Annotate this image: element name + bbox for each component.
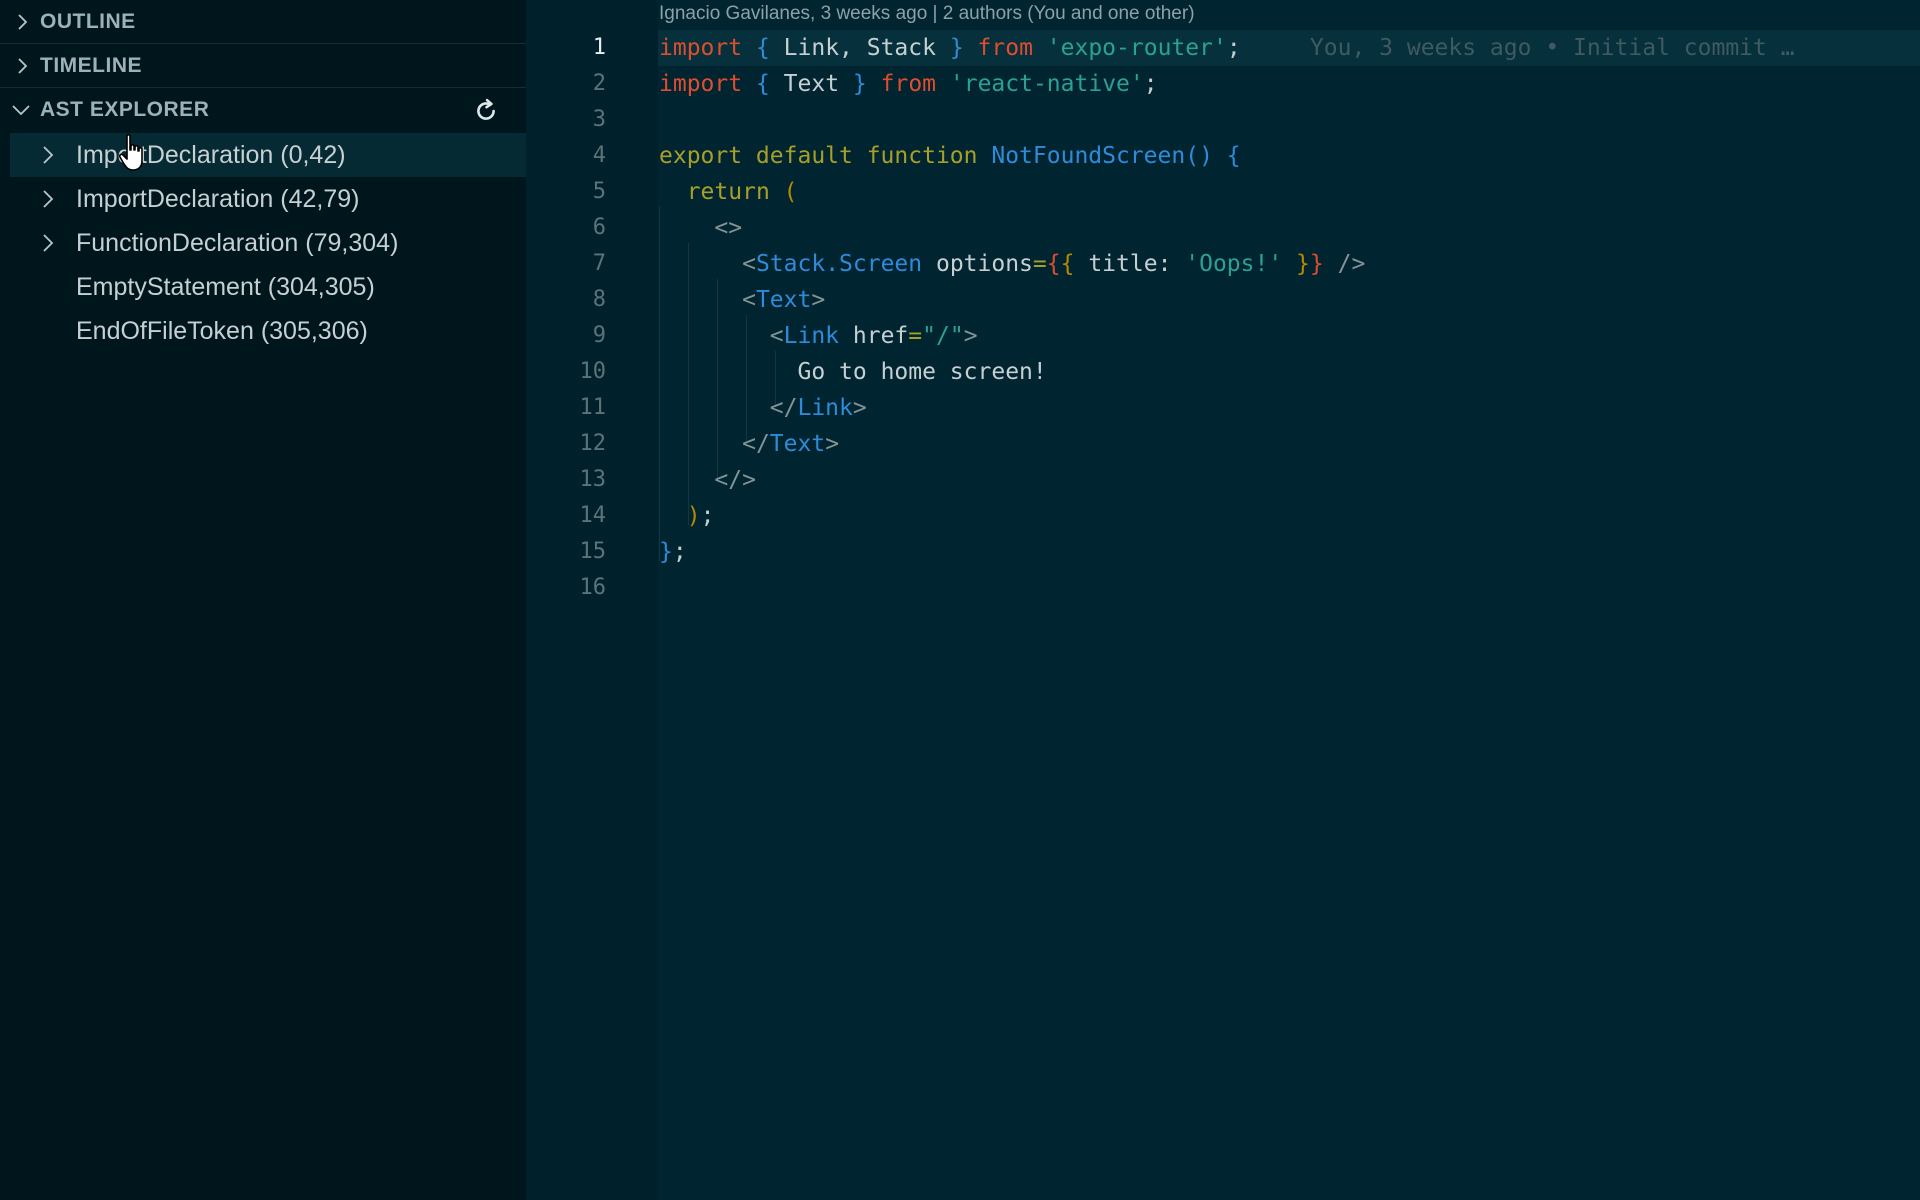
line-number: 7	[592, 251, 606, 276]
line-number: 2	[592, 71, 606, 96]
line-number: 1	[592, 35, 606, 60]
sidebar: OUTLINE TIMELINE AST EXPLORER ImportDecl…	[0, 0, 526, 1200]
line-number: 5	[592, 179, 606, 204]
section-timeline[interactable]: TIMELINE	[0, 44, 526, 88]
ast-node-label: FunctionDeclaration (79,304)	[76, 228, 399, 257]
line-number: 3	[592, 107, 606, 132]
code-line-8[interactable]: <Text>	[659, 282, 825, 318]
ast-node-label: ImportDeclaration (0,42)	[76, 140, 346, 169]
hand-pointer-icon	[118, 134, 143, 171]
code-line-10[interactable]: Go to home screen!	[659, 354, 1046, 390]
refresh-icon[interactable]	[472, 97, 500, 125]
line-number: 8	[592, 287, 606, 312]
ast-node-end-of-file-token[interactable]: EndOfFileToken (305,306)	[10, 309, 526, 353]
section-outline-label: OUTLINE	[40, 9, 136, 33]
code-line-12[interactable]: </Text>	[659, 426, 839, 462]
chevron-right-icon[interactable]	[10, 221, 76, 265]
code-line-7[interactable]: <Stack.Screen options={{ title: 'Oops!' …	[659, 246, 1365, 282]
chevron-right-icon	[0, 44, 40, 88]
ast-node-label: EmptyStatement (304,305)	[76, 272, 375, 301]
code-line-15[interactable]: };	[659, 534, 687, 570]
section-ast-explorer-label: AST EXPLORER	[40, 98, 210, 121]
line-number: 15	[579, 539, 607, 564]
line-number: 9	[592, 323, 606, 348]
code-line-13[interactable]: </>	[659, 462, 756, 498]
section-ast-explorer[interactable]: AST EXPLORER	[0, 88, 526, 132]
code-line-11[interactable]: </Link>	[659, 390, 867, 426]
line-number: 4	[592, 143, 606, 168]
section-timeline-label: TIMELINE	[40, 53, 142, 77]
ast-node-label: EndOfFileToken (305,306)	[76, 316, 368, 345]
chevron-right-icon[interactable]	[10, 177, 76, 221]
ast-node-import-declaration[interactable]: ImportDeclaration (0,42)	[10, 133, 526, 177]
ast-node-empty-statement[interactable]: EmptyStatement (304,305)	[10, 265, 526, 309]
section-outline[interactable]: OUTLINE	[0, 0, 526, 44]
git-blame-annotation: You, 3 weeks ago • Initial commit …	[1309, 35, 1795, 61]
line-number: 10	[579, 359, 607, 384]
code-line-5[interactable]: return (	[659, 174, 798, 210]
chevron-right-icon[interactable]	[10, 133, 76, 177]
ast-node-import-declaration[interactable]: ImportDeclaration (42,79)	[10, 177, 526, 221]
line-number: 14	[579, 503, 607, 528]
code-line-2[interactable]: import { Text } from 'react-native';	[659, 66, 1158, 102]
code-line-14[interactable]: );	[659, 498, 715, 534]
code-editor[interactable]: Ignacio Gavilanes, 3 weeks ago | 2 autho…	[526, 0, 1920, 1200]
line-number: 6	[592, 215, 606, 240]
chevron-down-icon	[0, 88, 40, 132]
line-number: 12	[579, 431, 607, 456]
line-number: 13	[579, 467, 607, 492]
code-line-9[interactable]: <Link href="/">	[659, 318, 978, 354]
line-number: 11	[579, 395, 607, 420]
code-line-1[interactable]: import { Link, Stack } from 'expo-router…	[659, 30, 1795, 66]
app-window: OUTLINE TIMELINE AST EXPLORER ImportDecl…	[0, 0, 1920, 1200]
git-codelens[interactable]: Ignacio Gavilanes, 3 weeks ago | 2 autho…	[659, 3, 1195, 25]
chevron-right-icon	[0, 0, 40, 44]
ast-node-label: ImportDeclaration (42,79)	[76, 184, 360, 213]
line-number: 16	[579, 575, 607, 600]
code-line-6[interactable]: <>	[659, 210, 742, 246]
code-line-4[interactable]: export default function NotFoundScreen()…	[659, 138, 1241, 174]
ast-node-function-declaration[interactable]: FunctionDeclaration (79,304)	[10, 221, 526, 265]
